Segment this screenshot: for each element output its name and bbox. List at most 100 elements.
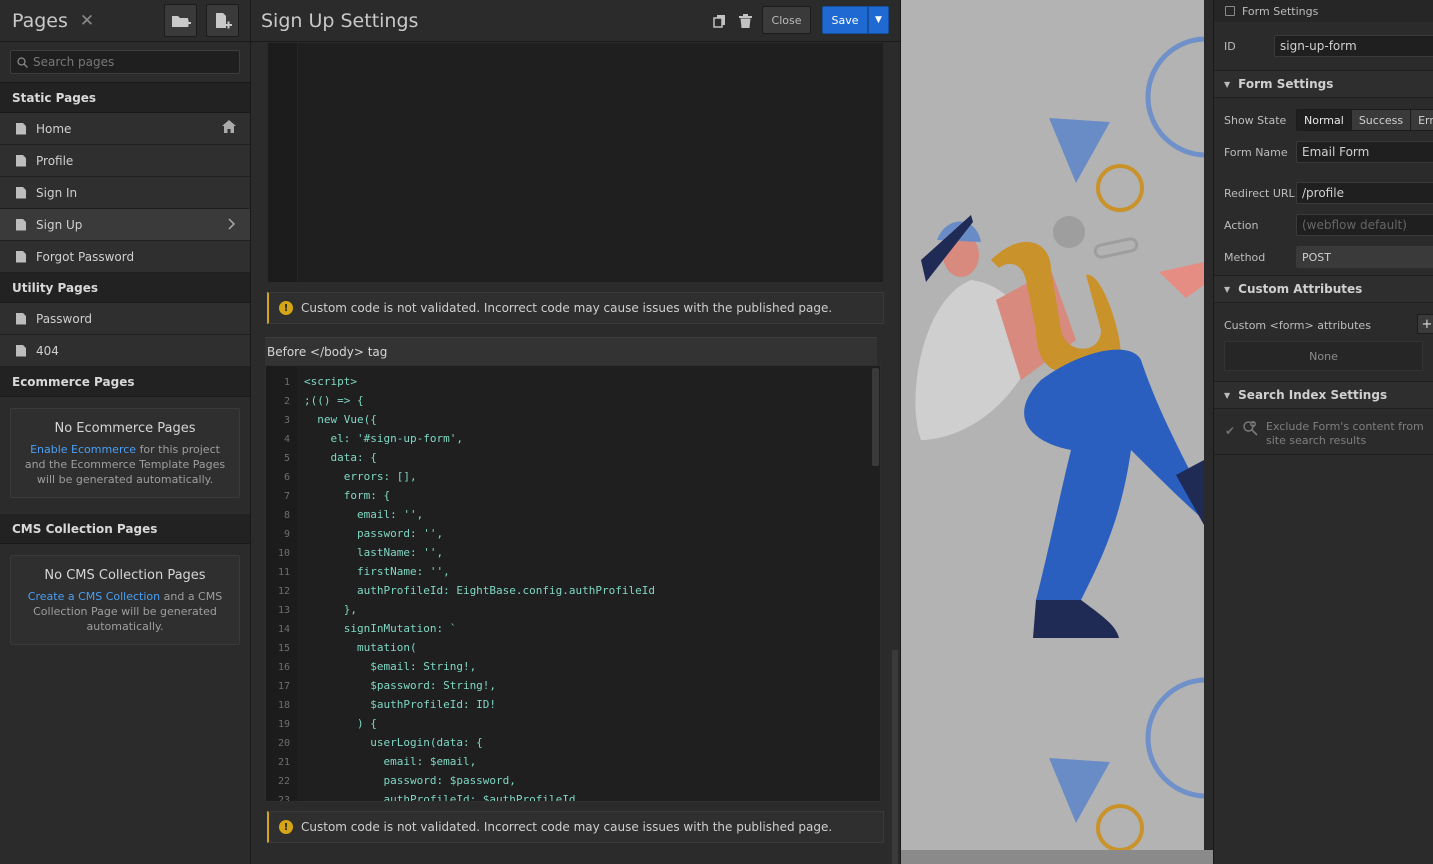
code-text: firstName: '', <box>304 565 450 578</box>
form-name-label: Form Name <box>1224 145 1288 159</box>
page-icon <box>16 154 26 167</box>
chevron-right-icon <box>228 218 236 233</box>
warning-banner: ! Custom code is not validated. Incorrec… <box>267 292 884 324</box>
editor-gutter <box>268 43 298 282</box>
line-number: 19 <box>277 719 290 730</box>
code-line: 15 mutation( <box>266 638 655 657</box>
code-line: 5 data: { <box>266 448 655 467</box>
search-box <box>10 50 240 74</box>
code-text: authProfileId: $authProfileId <box>304 793 576 802</box>
method-select[interactable]: POST <box>1296 246 1433 268</box>
exclude-search-option[interactable]: ✔ Exclude Form's content from site searc… <box>1214 409 1433 455</box>
code-line: 20 userLogin(data: { <box>266 733 655 752</box>
page-icon <box>16 250 26 263</box>
search-wrap <box>0 42 250 83</box>
add-folder-button[interactable] <box>164 4 197 37</box>
method-value: POST <box>1302 250 1331 264</box>
section-ecommerce-pages: Ecommerce Pages <box>0 367 250 397</box>
code-text: errors: [], <box>304 470 417 483</box>
search-index-group[interactable]: ▼ Search Index Settings <box>1214 381 1433 409</box>
page-icon <box>16 186 26 199</box>
page-item-label: Sign In <box>36 185 78 200</box>
code-text: ;(() => { <box>304 394 364 407</box>
code-line: 2 ;(() => { <box>266 391 655 410</box>
code-line: 18 $authProfileId: ID! <box>266 695 655 714</box>
code-text: signInMutation: ` <box>304 622 457 635</box>
ecommerce-empty-wrap: No Ecommerce Pages Enable Ecommerce for … <box>0 397 250 514</box>
enable-ecommerce-link[interactable]: Enable Ecommerce <box>30 443 136 456</box>
page-item-forgot-password[interactable]: Forgot Password <box>0 241 250 273</box>
duplicate-icon[interactable] <box>713 13 727 28</box>
body-code-editor[interactable]: 1 <script> 2 ;(() => {3 new Vue({4 el: '#si… <box>265 365 881 802</box>
page-icon <box>16 344 26 357</box>
code-text: authProfileId: EightBase.config.authProf… <box>304 584 655 597</box>
add-page-button[interactable] <box>206 4 239 37</box>
canvas-scrollbar[interactable] <box>1204 0 1213 850</box>
caret-down-icon: ▼ <box>1224 284 1231 294</box>
checkbox-icon <box>1225 6 1235 16</box>
page-item-profile[interactable]: Profile <box>0 145 250 177</box>
trash-icon[interactable] <box>739 13 753 28</box>
code-line: 6 errors: [], <box>266 467 655 486</box>
page-item-label: Forgot Password <box>36 249 135 264</box>
before-body-label: Before </body> tag <box>265 337 877 365</box>
method-label: Method <box>1224 250 1266 264</box>
code-line: 8 email: '', <box>266 505 655 524</box>
close-button[interactable]: Close <box>762 6 811 34</box>
redirect-input[interactable]: /profile <box>1296 182 1433 204</box>
line-number: 21 <box>277 757 290 768</box>
warning-icon: ! <box>279 301 293 315</box>
exclude-text: Exclude Form's content from site search … <box>1266 420 1424 447</box>
custom-attributes-group[interactable]: ▼ Custom Attributes <box>1214 275 1433 303</box>
pages-title: Pages <box>12 9 68 32</box>
state-normal-button[interactable]: Normal <box>1297 110 1352 130</box>
page-settings-pane: Sign Up Settings Close Save ▼ ! Custom c… <box>251 0 901 864</box>
caret-down-icon: ▼ <box>1224 79 1231 89</box>
page-item-sign-up[interactable]: Sign Up <box>0 209 250 241</box>
section-utility-pages: Utility Pages <box>0 273 250 303</box>
line-number: 1 <box>283 377 290 388</box>
id-input[interactable]: sign-up-form <box>1274 35 1433 57</box>
state-error-button[interactable]: Erro <box>1411 110 1433 130</box>
page-item-404[interactable]: 404 <box>0 335 250 367</box>
page-item-home[interactable]: Home <box>0 113 250 145</box>
code-text: el: '#sign-up-form', <box>304 432 463 445</box>
saxophone-illustration <box>915 36 1204 850</box>
show-state-row: Show State Normal Success Erro <box>1214 104 1433 136</box>
save-options-button[interactable]: ▼ <box>868 6 889 34</box>
empty-title: No Ecommerce Pages <box>54 421 196 436</box>
form-name-input[interactable]: Email Form <box>1296 141 1433 163</box>
search-input[interactable] <box>33 55 223 69</box>
code-line: 10 lastName: '', <box>266 543 655 562</box>
state-success-button[interactable]: Success <box>1351 110 1412 130</box>
pane-scrollbar[interactable] <box>892 650 898 864</box>
close-icon[interactable]: ✕ <box>80 11 94 31</box>
page-item-sign-in[interactable]: Sign In <box>0 177 250 209</box>
editor-scrollbar[interactable] <box>872 368 879 466</box>
form-settings-toggle[interactable]: Form Settings <box>1214 0 1433 22</box>
line-number: 8 <box>283 510 290 521</box>
code-text: <script> <box>304 375 357 388</box>
save-button[interactable]: Save <box>822 6 868 34</box>
head-code-editor[interactable] <box>267 42 884 283</box>
line-number: 14 <box>277 624 290 635</box>
code-text: data: { <box>304 451 377 464</box>
code-text: $authProfileId: ID! <box>304 698 497 711</box>
code-line: 12 authProfileId: EightBase.config.authP… <box>266 581 655 600</box>
line-number: 13 <box>277 605 290 616</box>
settings-title: Sign Up Settings <box>261 9 419 32</box>
line-number: 10 <box>277 548 290 559</box>
create-cms-link[interactable]: Create a CMS Collection <box>28 590 160 603</box>
action-label: Action <box>1224 218 1259 232</box>
add-attribute-button[interactable]: + <box>1417 314 1433 334</box>
pages-panel: Pages ✕ Static Pages Home Profi <box>0 0 251 864</box>
line-number: 5 <box>283 453 290 464</box>
page-item-label: Profile <box>36 153 74 168</box>
code-line: 22 password: $password, <box>266 771 655 790</box>
code-text: ) { <box>304 717 377 730</box>
page-item-password[interactable]: Password <box>0 303 250 335</box>
form-settings-group[interactable]: ▼ Form Settings <box>1214 70 1433 98</box>
warning-text: Custom code is not validated. Incorrect … <box>301 301 833 315</box>
action-input[interactable]: (webflow default) <box>1296 214 1433 236</box>
group-title: Form Settings <box>1238 77 1334 91</box>
